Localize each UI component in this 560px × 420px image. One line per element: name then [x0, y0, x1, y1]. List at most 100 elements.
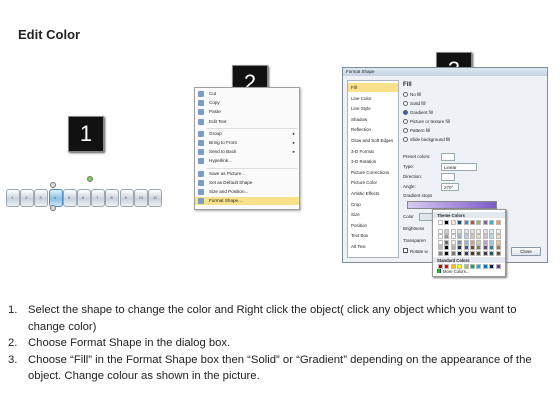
more-colors-link[interactable]: More Colors... — [437, 269, 469, 274]
color-swatch[interactable] — [482, 220, 488, 225]
context-menu-item[interactable]: Save as Picture... — [195, 170, 299, 178]
pipe-segment[interactable]: 2 — [20, 189, 35, 207]
color-swatch[interactable] — [495, 234, 501, 240]
segmented-pipe-shape[interactable]: 1 2 3 4 5 6 7 8 9 10 11 — [6, 187, 166, 207]
color-swatch[interactable] — [470, 228, 475, 234]
color-swatch[interactable] — [444, 228, 450, 234]
pipe-segment[interactable]: 8 — [105, 189, 120, 207]
pipe-segment[interactable]: 4 — [48, 189, 63, 207]
color-swatch[interactable] — [495, 228, 501, 234]
fill-option-radio[interactable]: Solid fill — [403, 101, 426, 107]
pipe-segment[interactable]: 11 — [148, 189, 162, 207]
selection-handle[interactable] — [50, 205, 56, 211]
color-swatch[interactable] — [463, 239, 469, 245]
pipe-segment[interactable]: 9 — [119, 189, 134, 207]
nav-item[interactable]: Line Style — [348, 104, 398, 113]
color-swatch[interactable] — [463, 234, 469, 240]
standard-color-swatch[interactable] — [489, 264, 495, 269]
context-menu-item[interactable]: Format Shape... — [195, 197, 299, 206]
color-swatch[interactable] — [463, 228, 469, 234]
color-swatch[interactable] — [489, 245, 495, 251]
nav-item[interactable]: Line Color — [348, 94, 398, 103]
color-swatch[interactable] — [444, 234, 450, 240]
color-swatch[interactable] — [482, 234, 488, 240]
color-swatch[interactable] — [476, 234, 482, 240]
color-swatch[interactable] — [482, 245, 488, 251]
color-swatch[interactable] — [438, 220, 443, 225]
color-swatch[interactable] — [444, 220, 450, 225]
context-menu-item[interactable]: Group ▸ — [195, 130, 299, 138]
angle-input[interactable]: 270° — [441, 183, 459, 191]
close-button[interactable]: Close — [511, 247, 541, 256]
pipe-segment[interactable]: 7 — [91, 189, 106, 207]
color-swatch[interactable] — [457, 245, 463, 251]
color-swatch[interactable] — [444, 245, 450, 251]
color-swatch[interactable] — [457, 220, 463, 225]
color-swatch[interactable] — [476, 251, 482, 256]
color-swatch[interactable] — [463, 251, 469, 256]
pipe-segment[interactable]: 1 — [6, 189, 20, 207]
pipe-segment[interactable]: 6 — [77, 189, 91, 207]
color-swatch[interactable] — [482, 251, 488, 256]
context-menu-item[interactable]: Set as Default Shape — [195, 179, 299, 187]
color-swatch[interactable] — [457, 239, 463, 245]
standard-color-swatch[interactable] — [495, 264, 501, 269]
nav-item[interactable]: Size — [348, 210, 398, 219]
context-menu-item[interactable]: Bring to Front ▸ — [195, 139, 299, 147]
nav-item[interactable]: Crop — [348, 200, 398, 209]
color-swatch[interactable] — [495, 251, 501, 256]
color-swatch[interactable] — [444, 251, 450, 256]
color-swatch[interactable] — [489, 220, 495, 225]
context-menu-item[interactable]: Copy — [195, 99, 299, 107]
fill-option-radio[interactable]: Slide background fill — [403, 137, 450, 143]
color-swatch[interactable] — [450, 220, 456, 225]
nav-item[interactable]: Shadow — [348, 115, 398, 124]
standard-color-swatch[interactable] — [450, 264, 456, 269]
pipe-segment[interactable]: 3 — [34, 189, 49, 207]
color-swatch[interactable] — [438, 239, 443, 245]
context-menu-item[interactable]: Size and Position... — [195, 188, 299, 196]
color-swatch[interactable] — [463, 220, 469, 225]
color-swatch[interactable] — [470, 234, 475, 240]
rotate-with-shape-checkbox[interactable]: Rotate w — [403, 248, 428, 254]
nav-item[interactable]: Text Box — [348, 231, 398, 240]
color-swatch[interactable] — [495, 239, 501, 245]
color-swatch[interactable] — [470, 220, 475, 225]
nav-item[interactable]: 3-D Format — [348, 147, 398, 156]
context-menu-item[interactable]: Edit Text — [195, 118, 299, 126]
pipe-segment[interactable]: 5 — [62, 189, 77, 207]
color-swatch[interactable] — [457, 228, 463, 234]
color-swatch[interactable] — [457, 234, 463, 240]
color-swatch[interactable] — [444, 239, 450, 245]
standard-color-swatch[interactable] — [470, 264, 475, 269]
color-swatch[interactable] — [450, 228, 456, 234]
color-swatch[interactable] — [489, 228, 495, 234]
color-swatch[interactable] — [476, 228, 482, 234]
color-swatch[interactable] — [476, 245, 482, 251]
fill-option-radio[interactable]: Picture or texture fill — [403, 119, 450, 125]
nav-item[interactable]: Picture Corrections — [348, 168, 398, 177]
color-swatch[interactable] — [450, 251, 456, 256]
color-swatch[interactable] — [470, 251, 475, 256]
color-swatch[interactable] — [495, 220, 501, 225]
fill-option-radio[interactable]: Gradient fill — [403, 110, 433, 116]
color-swatch[interactable] — [489, 251, 495, 256]
selection-handle[interactable] — [50, 182, 56, 188]
nav-item[interactable]: Artistic Effects — [348, 189, 398, 198]
color-swatch[interactable] — [476, 220, 482, 225]
color-swatch[interactable] — [482, 239, 488, 245]
standard-color-swatch[interactable] — [476, 264, 482, 269]
context-menu-item[interactable]: Hyperlink... — [195, 157, 299, 165]
color-swatch[interactable] — [470, 239, 475, 245]
standard-color-swatch[interactable] — [457, 264, 463, 269]
color-swatch[interactable] — [438, 228, 443, 234]
fill-option-radio[interactable]: No fill — [403, 92, 421, 98]
color-swatch[interactable] — [450, 245, 456, 251]
color-swatch[interactable] — [489, 239, 495, 245]
rotation-handle[interactable] — [87, 176, 93, 182]
nav-item[interactable]: Alt Text — [348, 242, 398, 251]
standard-color-swatch[interactable] — [438, 264, 443, 269]
nav-item[interactable]: Reflection — [348, 125, 398, 134]
color-swatch[interactable] — [450, 239, 456, 245]
color-swatch[interactable] — [470, 245, 475, 251]
